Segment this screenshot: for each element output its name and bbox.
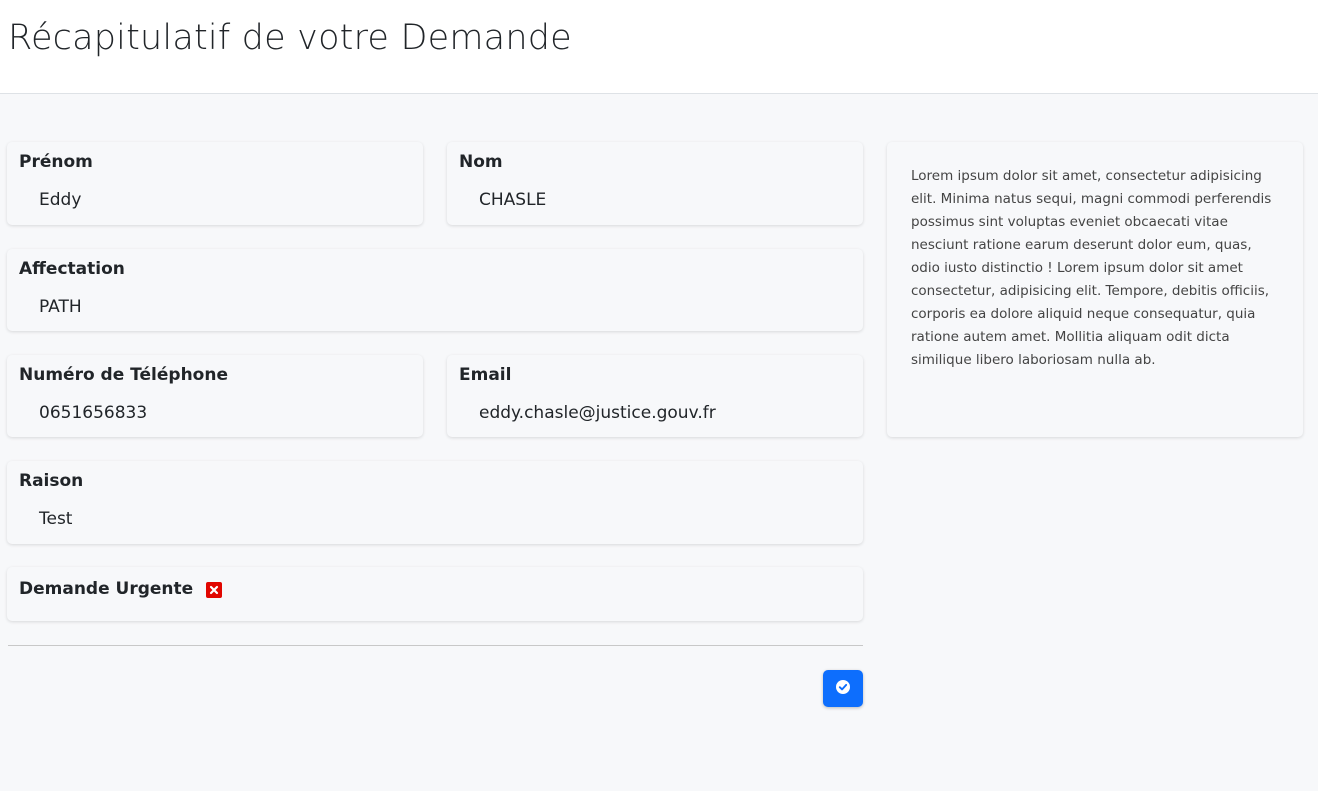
email-value: eddy.chasle@justice.gouv.fr	[479, 403, 716, 423]
info-text: Lorem ipsum dolor sit amet, consectetur …	[911, 168, 1272, 368]
page-header: Récapitulatif de votre Demande	[0, 0, 1318, 94]
prenom-label: Prénom	[19, 152, 93, 172]
x-square-icon	[206, 582, 222, 598]
urgent-card: Demande Urgente	[7, 567, 863, 621]
nom-label: Nom	[459, 152, 503, 172]
telephone-label: Numéro de Téléphone	[19, 365, 228, 385]
email-card: Email eddy.chasle@justice.gouv.fr	[447, 355, 863, 437]
prenom-value: Eddy	[39, 190, 82, 210]
raison-label: Raison	[19, 471, 84, 491]
telephone-card: Numéro de Téléphone 0651656833	[7, 355, 423, 437]
page-title: Récapitulatif de votre Demande	[8, 18, 572, 58]
raison-value: Test	[39, 509, 73, 529]
prenom-card: Prénom Eddy	[7, 142, 423, 225]
affectation-card: Affectation PATH	[7, 249, 863, 331]
confirm-button[interactable]	[823, 670, 863, 707]
info-card: Lorem ipsum dolor sit amet, consectetur …	[887, 142, 1303, 437]
urgent-label: Demande Urgente	[19, 579, 194, 599]
affectation-label: Affectation	[19, 259, 125, 279]
nom-value: CHASLE	[479, 190, 547, 210]
email-label: Email	[459, 365, 512, 385]
telephone-value: 0651656833	[39, 403, 148, 423]
nom-card: Nom CHASLE	[447, 142, 863, 225]
raison-card: Raison Test	[7, 461, 863, 544]
divider	[8, 645, 863, 646]
affectation-value: PATH	[39, 297, 82, 317]
check-circle-icon	[835, 679, 851, 698]
